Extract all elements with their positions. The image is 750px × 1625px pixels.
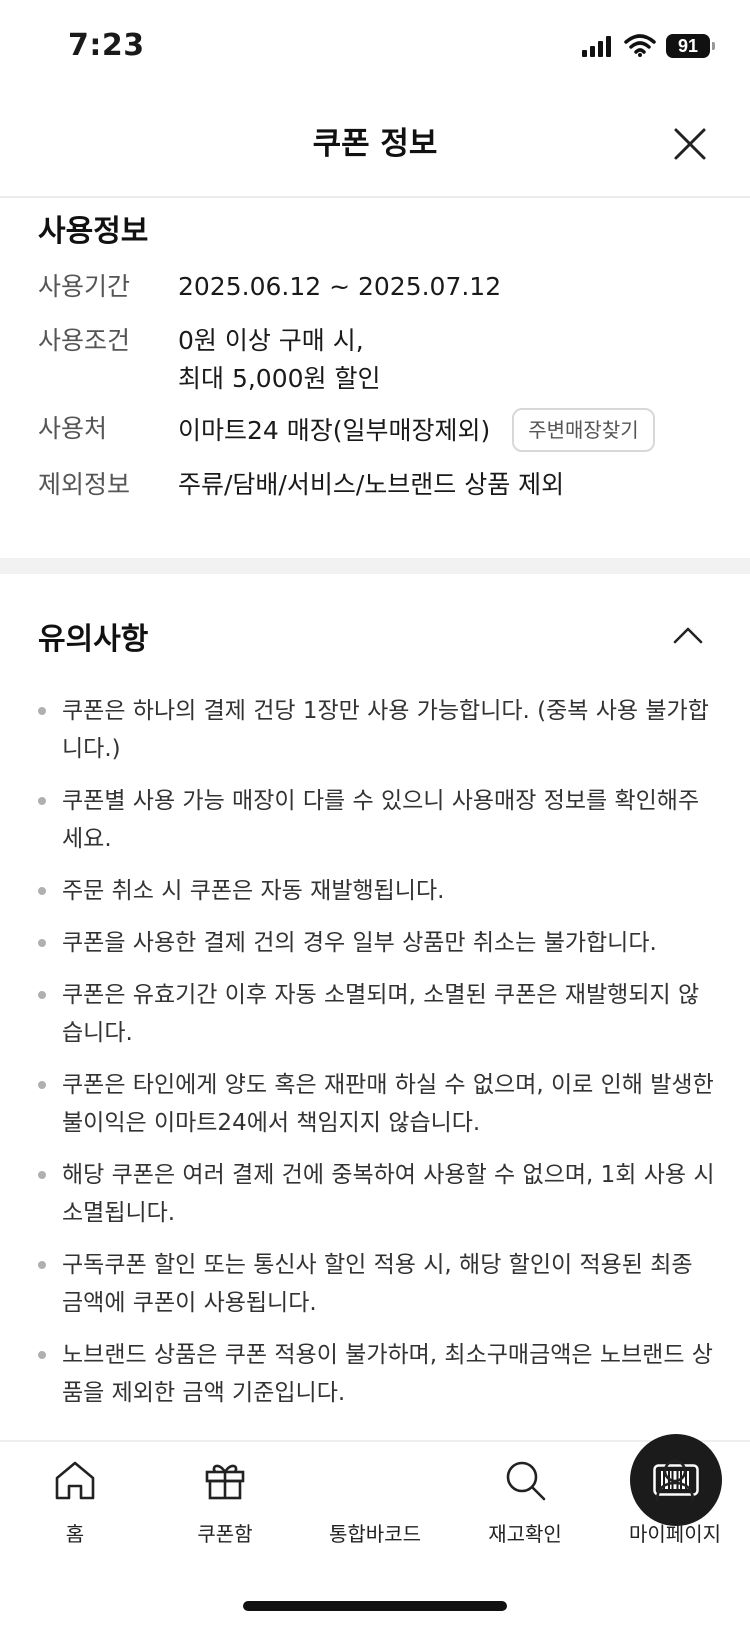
- notice-title[interactable]: 유의사항: [38, 614, 148, 658]
- notice-text: 주문 취소 시 쿠폰은 자동 재발행됩니다.: [62, 878, 445, 904]
- gift-icon: [205, 1464, 245, 1500]
- info-row-condition: 사용조건 0원 이상 구매 시, 최대 5,000원 할인: [38, 322, 380, 398]
- notice-item: 쿠폰별 사용 가능 매장이 다를 수 있으니 사용매장 정보를 확인해주세요.: [36, 782, 716, 858]
- bullet-icon: [38, 887, 46, 895]
- notice-item: 구독쿠폰 할인 또는 통신사 할인 적용 시, 해당 할인이 적용된 최종 금액…: [36, 1246, 716, 1322]
- bullet-icon: [38, 1081, 46, 1089]
- nav-item-stock-check[interactable]: 재고확인: [450, 1456, 600, 1547]
- usage-info-section: 사용정보 사용기간 2025.06.12 ~ 2025.07.12 사용조건 0…: [0, 198, 750, 558]
- notice-item: 쿠폰은 타인에게 양도 혹은 재판매 하실 수 없으며, 이로 인해 발생한 불…: [36, 1066, 716, 1142]
- nav-label: 재고확인: [488, 1522, 562, 1546]
- notice-item: 노브랜드 상품은 쿠폰 적용이 불가하며, 최소구매금액은 노브랜드 상품을 제…: [36, 1336, 716, 1412]
- bullet-icon: [38, 1351, 46, 1359]
- nav-item-coupons[interactable]: 쿠폰함: [150, 1456, 300, 1547]
- cellular-signal-icon: [582, 36, 611, 57]
- notice-item: 쿠폰을 사용한 결제 건의 경우 일부 상품만 취소는 불가합니다.: [36, 924, 716, 962]
- bullet-icon: [38, 939, 46, 947]
- notice-text: 쿠폰별 사용 가능 매장이 다를 수 있으니 사용매장 정보를 확인해주세요.: [62, 788, 700, 852]
- bullet-icon: [38, 991, 46, 999]
- notice-list: 쿠폰은 하나의 결제 건당 1장만 사용 가능합니다. (중복 사용 불가합니다…: [36, 692, 716, 1426]
- usage-info-title: 사용정보: [38, 214, 149, 249]
- header: 쿠폰 정보: [0, 100, 750, 198]
- nav-label: 통합바코드: [329, 1522, 421, 1546]
- notice-item: 해당 쿠폰은 여러 결제 건에 중복하여 사용할 수 없으며, 1회 사용 시 …: [36, 1156, 716, 1232]
- info-label: 사용조건: [38, 326, 131, 355]
- home-indicator[interactable]: [243, 1601, 507, 1611]
- chevron-up-icon[interactable]: [672, 624, 704, 646]
- bullet-icon: [38, 797, 46, 805]
- status-icons: 91: [582, 34, 715, 58]
- notice-text: 쿠폰은 유효기간 이후 자동 소멸되며, 소멸된 쿠폰은 재발행되지 않습니다.: [62, 982, 700, 1046]
- info-label: 사용처: [38, 414, 108, 443]
- bullet-icon: [38, 707, 46, 715]
- info-value-wrap: 이마트24 매장(일부매장제외) 주변매장찾기: [178, 408, 655, 454]
- bullet-icon: [38, 1261, 46, 1269]
- notice-text: 쿠폰은 타인에게 양도 혹은 재판매 하실 수 없으며, 이로 인해 발생한 불…: [62, 1072, 714, 1136]
- notice-item: 쿠폰은 유효기간 이후 자동 소멸되며, 소멸된 쿠폰은 재발행되지 않습니다.: [36, 976, 716, 1052]
- notice-item: 주문 취소 시 쿠폰은 자동 재발행됩니다.: [36, 872, 716, 910]
- info-row-place: 사용처 이마트24 매장(일부매장제외) 주변매장찾기: [38, 408, 655, 454]
- notice-text: 쿠폰은 하나의 결제 건당 1장만 사용 가능합니다. (중복 사용 불가합니다…: [62, 698, 709, 762]
- home-icon: [55, 1461, 95, 1500]
- battery-icon: 91: [666, 34, 715, 58]
- info-label: 제외정보: [38, 470, 131, 499]
- info-row-exclusion: 제외정보 주류/담배/서비스/노브랜드 상품 제외: [38, 466, 564, 504]
- notice-item: 쿠폰은 하나의 결제 건당 1장만 사용 가능합니다. (중복 사용 불가합니다…: [36, 692, 716, 768]
- info-label: 사용기간: [38, 272, 131, 301]
- nav-label: 쿠폰함: [197, 1522, 253, 1546]
- nav-item-mypage[interactable]: 마이페이지: [600, 1456, 750, 1547]
- info-value: 주류/담배/서비스/노브랜드 상품 제외: [178, 470, 565, 499]
- search-icon: [506, 1461, 546, 1501]
- status-time: 7:23: [68, 28, 145, 63]
- nav-item-barcode[interactable]: 통합바코드: [300, 1434, 722, 1547]
- nav-label: 마이페이지: [629, 1522, 721, 1546]
- bottom-nav: 홈 쿠폰함 통합바코드 재고확인 마이페이지: [0, 1434, 750, 1625]
- notice-text: 해당 쿠폰은 여러 결제 건에 중복하여 사용할 수 없으며, 1회 사용 시 …: [62, 1162, 715, 1226]
- notice-text: 노브랜드 상품은 쿠폰 적용이 불가하며, 최소구매금액은 노브랜드 상품을 제…: [62, 1342, 713, 1406]
- info-value: 이마트24 매장(일부매장제외): [178, 416, 491, 445]
- section-divider: [0, 558, 750, 574]
- notice-text: 쿠폰을 사용한 결제 건의 경우 일부 상품만 취소는 불가합니다.: [62, 930, 657, 956]
- notice-text: 구독쿠폰 할인 또는 통신사 할인 적용 시, 해당 할인이 적용된 최종 금액…: [62, 1252, 693, 1316]
- find-nearby-store-button[interactable]: 주변매장찾기: [512, 408, 655, 452]
- info-value: 2025.06.12 ~ 2025.07.12: [178, 272, 502, 301]
- page-title: 쿠폰 정보: [312, 126, 438, 162]
- nav-item-home[interactable]: 홈: [0, 1456, 150, 1547]
- bullet-icon: [38, 1171, 46, 1179]
- status-bar: 7:23 91: [0, 0, 750, 100]
- person-icon: [655, 1459, 695, 1502]
- wifi-icon: [624, 34, 656, 57]
- nav-label: 홈: [65, 1522, 85, 1546]
- info-row-period: 사용기간 2025.06.12 ~ 2025.07.12: [38, 268, 501, 306]
- info-value: 0원 이상 구매 시, 최대 5,000원 할인: [178, 326, 381, 393]
- close-icon[interactable]: [670, 124, 710, 164]
- notice-section: 유의사항 쿠폰은 하나의 결제 건당 1장만 사용 가능합니다. (중복 사용 …: [0, 574, 750, 1444]
